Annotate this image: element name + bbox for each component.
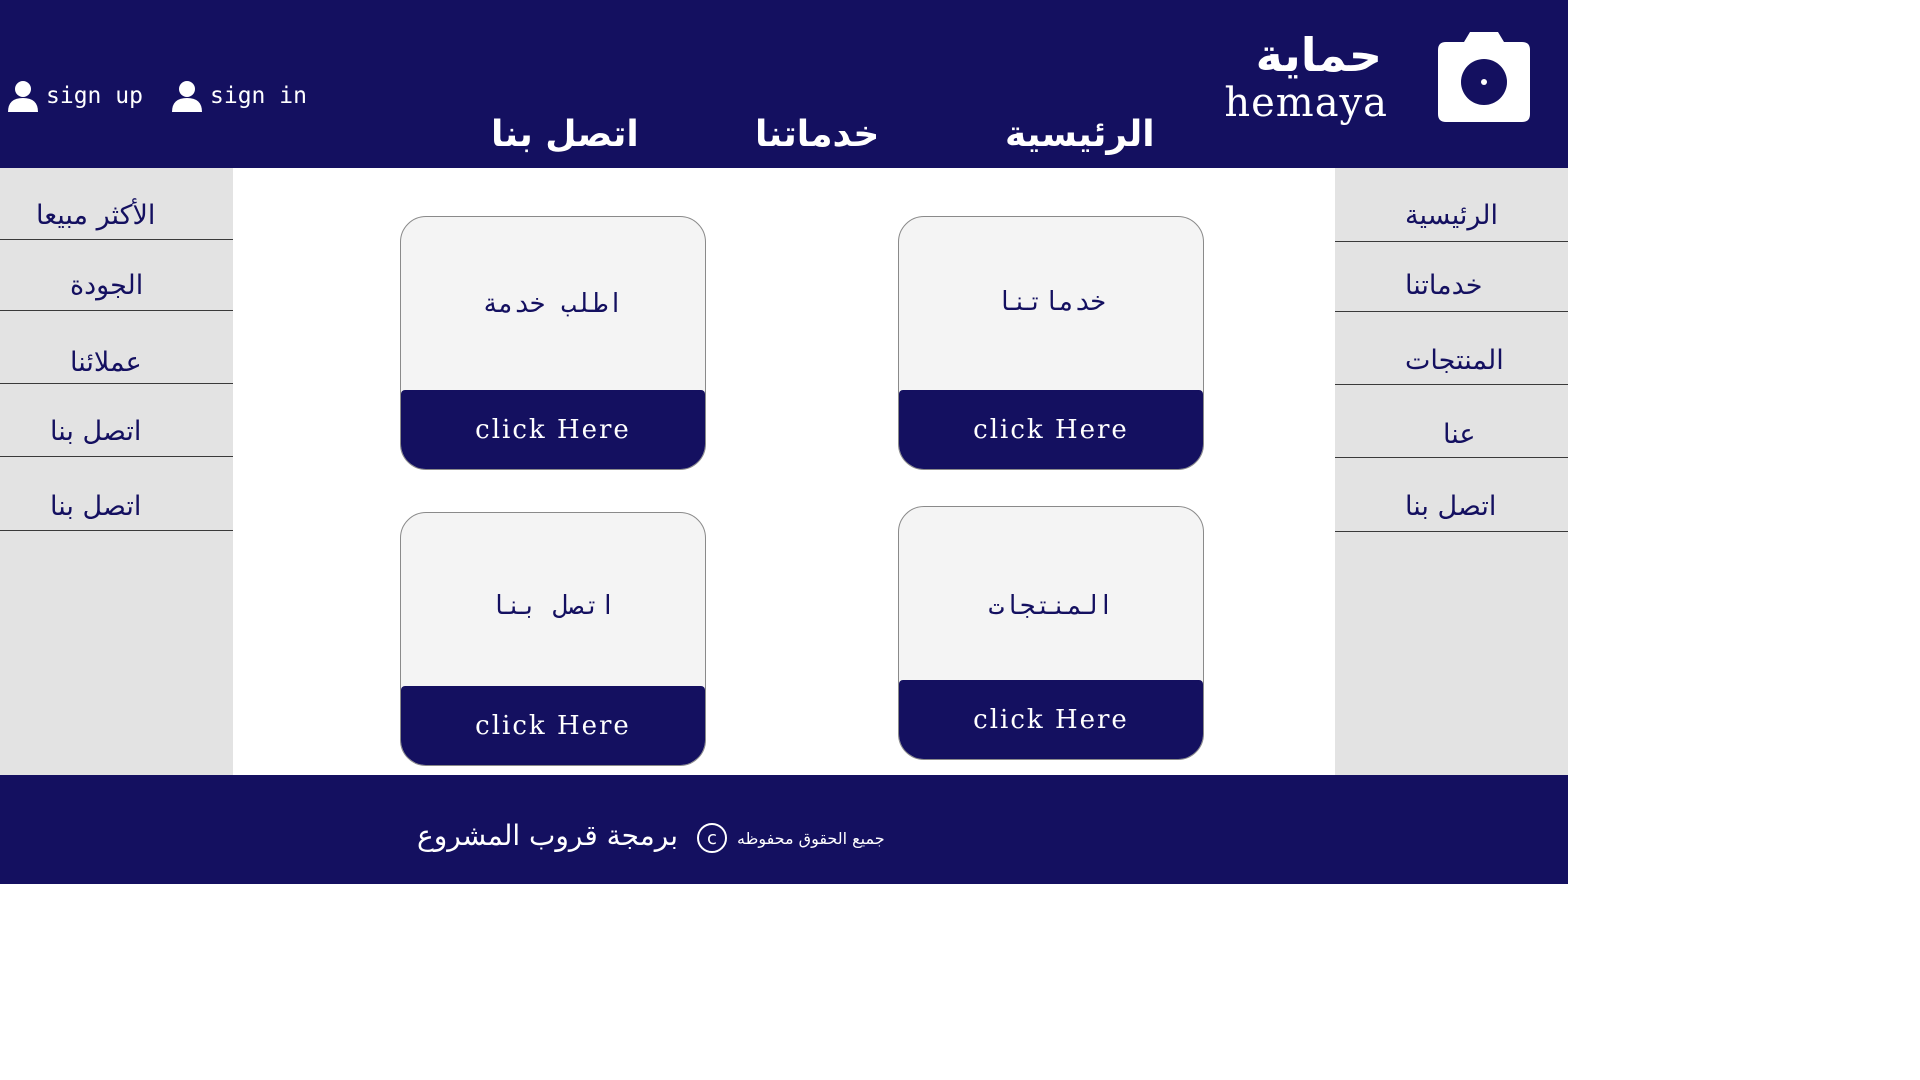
sidebar-item-contact[interactable]: اتصل بنا [1335,458,1568,532]
card-title: خدماتنا [996,287,1106,317]
sidebar-item-services[interactable]: خدماتنا [1335,242,1568,312]
card-title: اتصل بنا [490,591,616,621]
sidebar-item-products[interactable]: المنتجات [1335,312,1568,385]
sign-up-label: sign up [46,83,143,109]
card-products: المنتجات click Here [898,506,1204,760]
click-here-button[interactable]: click Here [899,390,1203,469]
user-icon [8,81,38,112]
sign-up-link[interactable]: sign up [6,78,143,114]
sidebar-item-label: الجودة [70,270,144,301]
sidebar-item-label: عنا [1443,419,1476,450]
sidebar-item-label: خدماتنا [1405,270,1483,301]
copyright-icon: c [697,823,727,853]
sidebar-item-quality[interactable]: الجودة [0,240,233,311]
footer-copyright: c جميع الحقوق محفوظه [697,823,885,853]
card-title: اطلب خدمة [482,289,624,319]
sidebar-item-label: الرئيسية [1405,200,1498,231]
sidebar-item-contact-2[interactable]: اتصل بنا [0,457,233,531]
click-here-button[interactable]: click Here [401,390,705,469]
footer: برمجة قروب المشروع c جميع الحقوق محفوظه [0,775,1568,884]
sidebar-item-label: اتصل بنا [50,491,142,522]
header: sign up sign in الرئيسية خدماتنا اتصل بن… [0,0,1568,168]
camera-icon [1438,32,1530,122]
topnav-contact[interactable]: اتصل بنا [491,114,639,155]
card-title: المنتجات [988,591,1114,621]
sidebar-item-contact[interactable]: اتصل بنا [0,384,233,457]
sidebar-item-label: عملائنا [70,347,142,378]
logo-english-text: hemaya [1224,80,1388,126]
logo-arabic-text: حماية [1255,28,1382,82]
sidebar-item-clients[interactable]: عملائنا [0,311,233,384]
sidebar-item-home[interactable]: الرئيسية [1335,168,1568,242]
sidebar-item-label: المنتجات [1405,345,1504,376]
sidebar-item-label: اتصل بنا [50,416,142,447]
left-sidebar: الأكثر مبيعا الجودة عملائنا اتصل بنا اتص… [0,168,233,775]
card-request-service: اطلب خدمة click Here [400,216,706,470]
click-here-button[interactable]: click Here [899,680,1203,759]
copyright-text: جميع الحقوق محفوظه [737,828,885,848]
user-icon [172,81,202,112]
sidebar-item-label: اتصل بنا [1405,491,1497,522]
right-sidebar: الرئيسية خدماتنا المنتجات عنا اتصل بنا [1335,168,1568,775]
card-services: خدماتنا click Here [898,216,1204,470]
sidebar-item-best-sellers[interactable]: الأكثر مبيعا [0,168,233,240]
click-here-button[interactable]: click Here [401,686,705,765]
sign-in-label: sign in [210,83,307,109]
sidebar-item-label: الأكثر مبيعا [36,200,156,231]
logo[interactable]: حماية hemaya [1224,28,1530,128]
sidebar-item-about[interactable]: عنا [1335,385,1568,458]
sign-in-link[interactable]: sign in [170,78,307,114]
topnav-home[interactable]: الرئيسية [1005,114,1155,155]
topnav-services[interactable]: خدماتنا [755,114,879,155]
card-contact: اتصل بنا click Here [400,512,706,766]
footer-team-credit: برمجة قروب المشروع [417,819,678,852]
